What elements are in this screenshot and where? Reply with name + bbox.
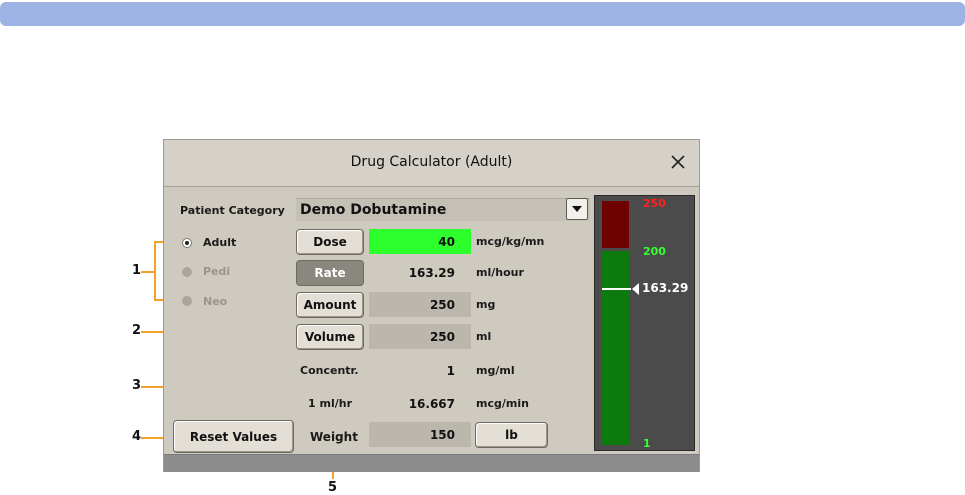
callout-number-3: 3	[132, 378, 142, 393]
gauge-max-label: 250	[643, 197, 666, 210]
gauge-upper-zone	[602, 201, 629, 248]
callout-number-1: 1	[132, 263, 142, 278]
dialog-title-bar: Drug Calculator (Adult)	[164, 140, 699, 187]
radio-neo[interactable]	[182, 296, 192, 306]
gauge-pointer-icon	[632, 283, 639, 295]
patient-category-label: Patient Category	[180, 204, 285, 217]
dialog-title: Drug Calculator (Adult)	[350, 154, 513, 170]
gauge-limit-label: 200	[643, 245, 666, 258]
ml-hr-value: 16.667	[408, 396, 455, 411]
rate-unit: ml/hour	[476, 266, 524, 279]
callout-bracket-1	[154, 241, 156, 301]
callout-number-4: 4	[132, 429, 142, 444]
rate-gauge: 250 200 163.29 1	[594, 195, 695, 451]
weight-unit-button[interactable]: lb	[475, 422, 548, 448]
gauge-current-value: 163.29	[642, 281, 689, 295]
volume-unit: ml	[476, 330, 492, 343]
concentration-value: 1	[446, 363, 455, 378]
drug-calculator-dialog: Drug Calculator (Adult) Patient Category…	[163, 139, 700, 472]
volume-field[interactable]: 250	[369, 324, 471, 349]
dose-unit: mcg/kg/mn	[476, 235, 545, 248]
radio-adult-label: Adult	[203, 236, 237, 249]
close-icon[interactable]	[669, 153, 687, 171]
callout-number-2: 2	[132, 323, 142, 338]
top-banner	[0, 2, 965, 26]
radio-pedi-label: Pedi	[203, 265, 231, 278]
radio-pedi[interactable]	[182, 267, 192, 277]
gauge-min-label: 1	[643, 437, 651, 450]
concentration-unit: mg/ml	[476, 364, 515, 377]
ml-hr-unit: mcg/min	[476, 397, 529, 410]
rate-field: 163.29	[408, 265, 455, 280]
gauge-current-line	[602, 288, 631, 290]
dialog-status-strip	[164, 454, 699, 472]
rate-button[interactable]: Rate	[296, 260, 364, 286]
concentration-label: Concentr.	[300, 364, 359, 377]
amount-field[interactable]: 250	[369, 292, 471, 317]
drug-select[interactable]: Demo Dobutamine	[296, 198, 590, 221]
drug-name: Demo Dobutamine	[300, 202, 447, 218]
weight-field[interactable]: 150	[369, 422, 471, 447]
weight-label: Weight	[310, 430, 358, 444]
radio-neo-label: Neo	[203, 295, 228, 308]
dose-button[interactable]: Dose	[296, 229, 364, 255]
callout-line-1	[141, 271, 155, 273]
gauge-normal-zone	[602, 251, 629, 445]
callout-number-5: 5	[328, 480, 338, 495]
amount-unit: mg	[476, 298, 496, 311]
dose-field[interactable]: 40	[369, 229, 471, 254]
radio-adult[interactable]	[182, 238, 192, 248]
reset-values-button[interactable]: Reset Values	[173, 420, 294, 453]
chevron-down-icon[interactable]	[566, 198, 588, 220]
volume-button[interactable]: Volume	[296, 324, 364, 350]
ml-hr-label: 1 ml/hr	[308, 397, 352, 410]
amount-button[interactable]: Amount	[296, 292, 364, 318]
